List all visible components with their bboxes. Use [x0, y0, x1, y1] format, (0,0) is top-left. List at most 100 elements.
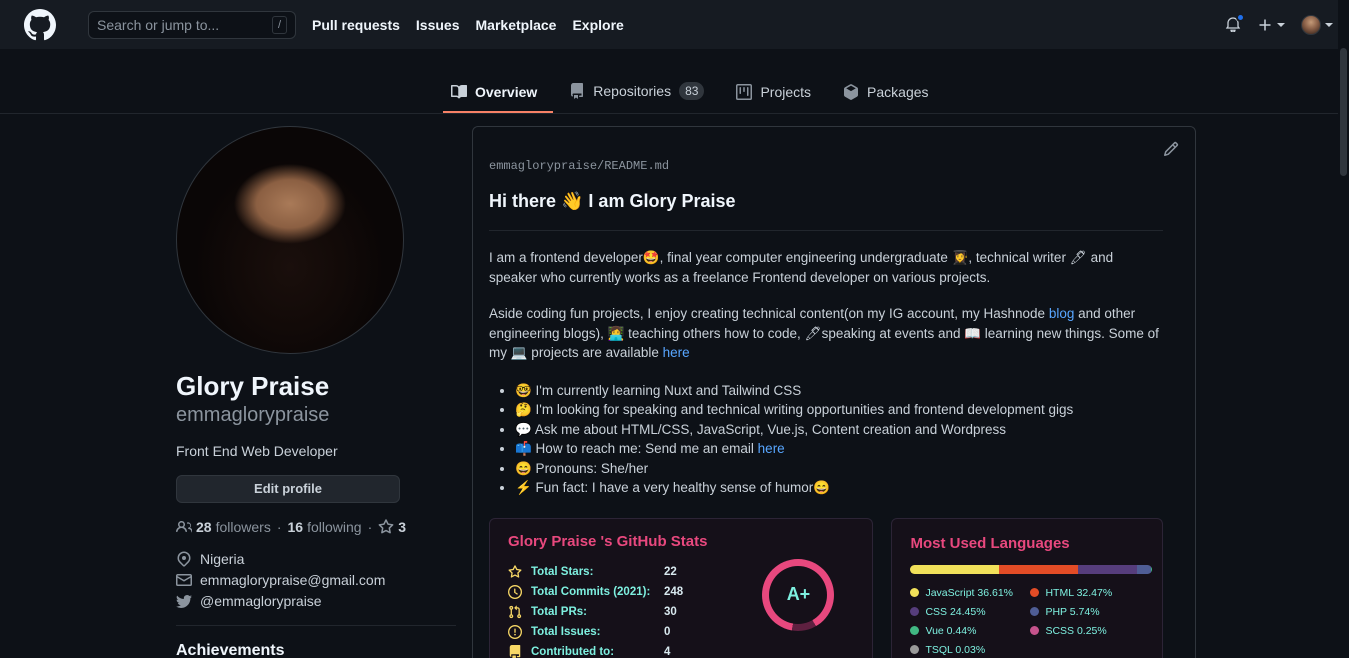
list-item: 📫 How to reach me: Send me an email here — [515, 439, 1163, 459]
star-icon — [378, 518, 394, 533]
global-header: Search or jump to... / Pull requests Iss… — [0, 0, 1349, 49]
pull-request-icon — [509, 605, 522, 618]
language-legend-item: HTML 32.47% — [1030, 587, 1150, 599]
projects-here-link[interactable]: here — [663, 345, 690, 360]
tab-projects[interactable]: Projects — [728, 76, 827, 113]
package-icon — [844, 84, 859, 100]
follow-stats: 28 followers · 16 following · 3 — [176, 519, 456, 535]
email-row[interactable]: emmaglorypraise@gmail.com — [176, 572, 456, 588]
language-color-dot — [910, 645, 920, 654]
language-legend-item: TSQL 0.03% — [910, 644, 1030, 656]
search-shortcut-key: / — [271, 15, 287, 34]
nav-explore[interactable]: Explore — [572, 17, 623, 33]
list-item-text: 📫 How to reach me: Send me an email — [515, 441, 758, 456]
stat-value: 4 — [664, 645, 671, 658]
set-status-button[interactable]: ☺ — [383, 307, 403, 337]
profile-bio: Front End Web Developer — [176, 442, 338, 459]
tab-label: Overview — [475, 84, 538, 100]
people-icon — [176, 520, 192, 532]
page-scrollbar[interactable] — [1338, 0, 1349, 658]
language-label: JavaScript 36.61% — [925, 586, 1014, 599]
following-label[interactable]: following — [307, 519, 361, 535]
language-bar-segment — [1077, 564, 1137, 574]
languages-bar-chart — [910, 564, 1153, 574]
starred-count[interactable]: 3 — [398, 519, 406, 535]
github-logo[interactable] — [24, 8, 56, 41]
followers-count[interactable]: 28 — [196, 519, 212, 535]
primary-nav: Pull requests Issues Marketplace Explore — [312, 17, 624, 33]
stat-value: 22 — [664, 565, 677, 578]
readme-owner[interactable]: emmaglorypraise — [489, 159, 597, 173]
followers-label[interactable]: followers — [216, 519, 271, 535]
profile-main: emmaglorypraise / README.md Hi there 👋 I… — [472, 126, 1196, 658]
profile-page: ☺ Glory Praise emmaglorypraise Front End… — [0, 114, 1349, 658]
language-label: SCSS 0.25% — [1045, 624, 1107, 637]
twitter-row[interactable]: @emmaglorypraise — [176, 593, 456, 609]
twitter-handle[interactable]: @emmaglorypraise — [200, 593, 322, 609]
rank-text: A+ — [786, 584, 811, 604]
search-input[interactable]: Search or jump to... / — [88, 10, 296, 39]
star-icon — [508, 564, 522, 578]
readme-breadcrumb: emmaglorypraise / README.md — [489, 159, 1163, 173]
stat-row-contributed-to: Contributed to: 4 — [508, 642, 854, 658]
list-item: 🤓 I'm currently learning Nuxt and Tailwi… — [515, 381, 1163, 401]
stat-label: Total Commits (2021): — [531, 585, 651, 598]
profile-login: emmaglorypraise — [176, 403, 330, 426]
notifications-button[interactable] — [1225, 12, 1245, 34]
paragraph-2-text-a: Aside coding fun projects, I enjoy creat… — [489, 306, 1049, 321]
language-label: TSQL 0.03% — [925, 643, 986, 656]
profile-tabs: Overview Repositories 83 Projects Packag… — [443, 74, 945, 113]
tab-overview[interactable]: Overview — [443, 76, 554, 113]
repo-icon — [509, 644, 521, 658]
location-row: Nigeria — [176, 551, 456, 567]
language-legend-item: CSS 24.45% — [910, 606, 1030, 618]
nav-pull-requests[interactable]: Pull requests — [312, 17, 400, 33]
account-menu-button[interactable] — [1301, 14, 1333, 35]
breadcrumb-separator: / — [597, 159, 605, 173]
list-item: 💬 Ask me about HTML/CSS, JavaScript, Vue… — [515, 420, 1163, 440]
list-item: ⚡ Fun fact: I have a very healthy sense … — [515, 478, 1163, 498]
search-placeholder: Search or jump to... — [97, 16, 220, 33]
email-text[interactable]: emmaglorypraise@gmail.com — [200, 572, 385, 588]
readme-filename[interactable]: README.md — [604, 159, 669, 173]
tab-label: Projects — [760, 84, 812, 100]
nav-marketplace[interactable]: Marketplace — [476, 17, 557, 33]
project-icon — [736, 84, 753, 100]
mail-icon — [176, 573, 192, 586]
tab-repositories[interactable]: Repositories 83 — [561, 74, 720, 113]
pencil-icon[interactable] — [1163, 141, 1179, 157]
language-label: Vue 0.44% — [925, 624, 977, 637]
twitter-icon — [176, 594, 192, 608]
edit-profile-button[interactable]: Edit profile — [176, 474, 400, 503]
profile-sidebar: ☺ Glory Praise emmaglorypraise Front End… — [176, 126, 472, 658]
list-item: 😄 Pronouns: She/her — [515, 459, 1163, 479]
nav-issues[interactable]: Issues — [416, 17, 460, 33]
create-new-button[interactable] — [1257, 17, 1285, 33]
repositories-count: 83 — [679, 82, 705, 100]
stat-value: 30 — [664, 605, 677, 618]
location-icon — [177, 550, 191, 567]
notification-indicator-dot — [1236, 12, 1245, 22]
language-color-dot — [910, 626, 920, 635]
tab-packages[interactable]: Packages — [835, 76, 944, 113]
chevron-down-icon — [1277, 22, 1285, 27]
language-color-dot — [910, 588, 920, 597]
email-here-link[interactable]: here — [758, 441, 785, 456]
following-count[interactable]: 16 — [288, 519, 304, 535]
github-stats-title: Glory Praise 's GitHub Stats — [508, 532, 708, 550]
language-bar-segment — [1136, 564, 1151, 574]
plus-icon — [1259, 19, 1271, 30]
readme-paragraph-1: I am a frontend developer🤩, final year c… — [489, 250, 1114, 285]
profile-subnav-bar: Overview Repositories 83 Projects Packag… — [0, 49, 1349, 114]
profile-details: Nigeria emmaglorypraise@gmail.com @emmag… — [176, 551, 456, 609]
hashnode-blog-link[interactable]: blog — [1049, 306, 1075, 321]
language-legend-item: JavaScript 36.61% — [910, 587, 1030, 599]
location-text: Nigeria — [200, 550, 245, 567]
stat-value: 0 — [664, 625, 671, 638]
sidebar-divider — [176, 624, 456, 626]
rank-circle: A+ — [762, 558, 835, 631]
scrollbar-thumb[interactable] — [1340, 48, 1347, 176]
language-label: CSS 24.45% — [925, 605, 986, 618]
header-avatar — [1301, 14, 1321, 35]
avatar[interactable]: ☺ — [176, 126, 404, 354]
